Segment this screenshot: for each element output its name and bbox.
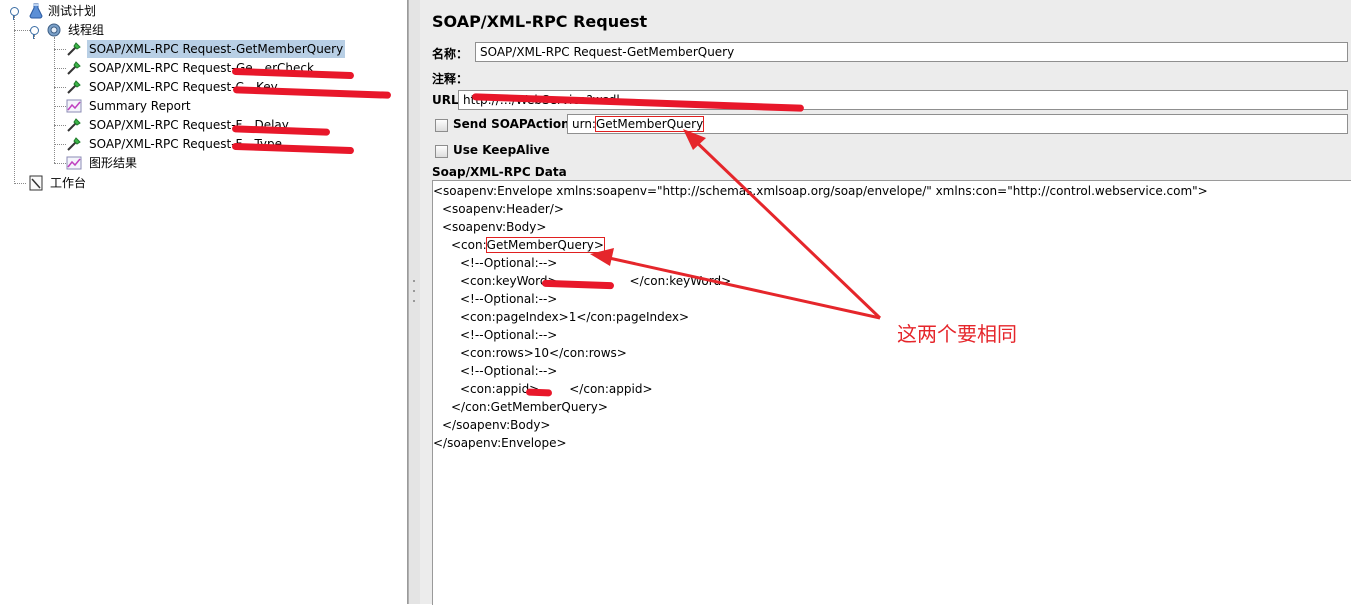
arrow-to-xml-method (590, 248, 881, 320)
annotation-arrows (590, 129, 882, 320)
arrow-to-soapaction (683, 129, 882, 320)
